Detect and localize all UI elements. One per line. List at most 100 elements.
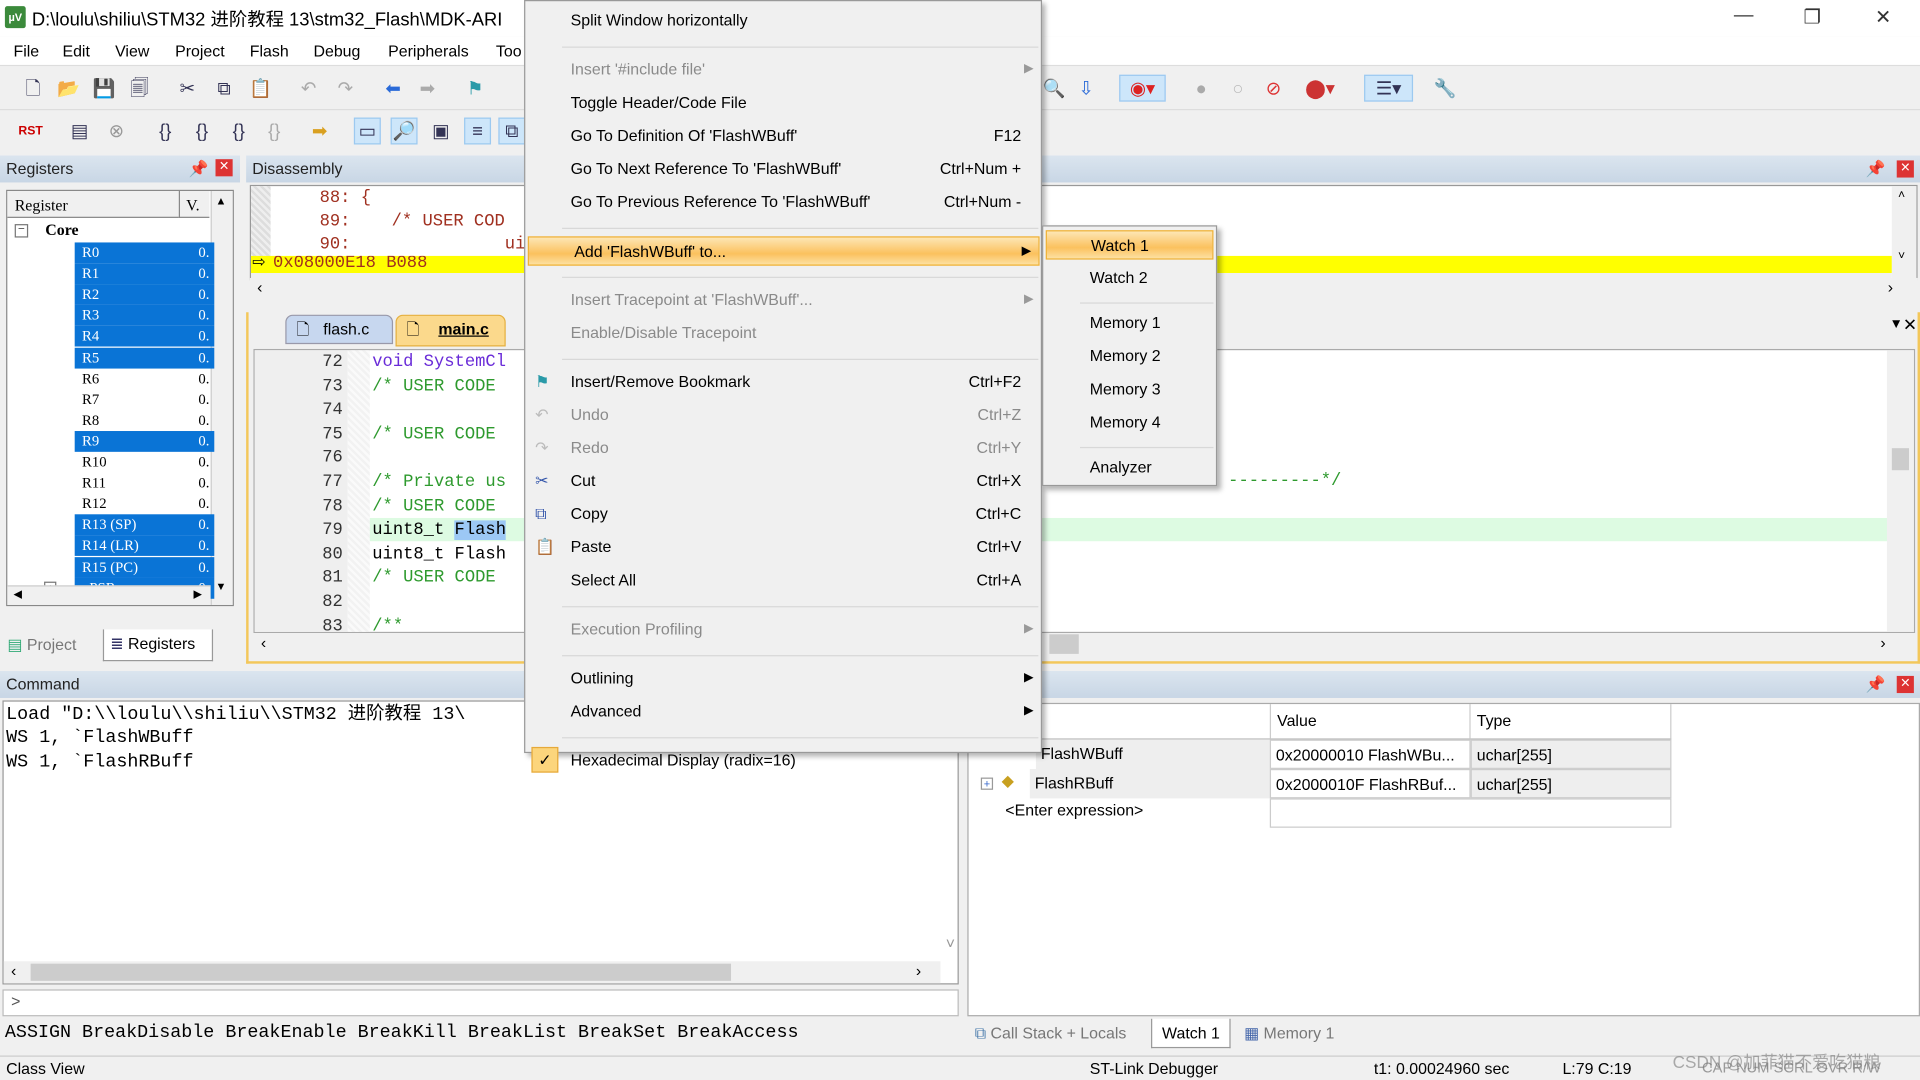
scroll-left-icon[interactable]: ◀ <box>13 588 21 601</box>
register-row-r3[interactable]: R3 0. <box>74 305 215 327</box>
kill-breakpoints-icon[interactable]: ⬤▾ <box>1298 76 1342 103</box>
debug-session-icon[interactable]: ◉▾ <box>1119 74 1166 102</box>
scroll-left-icon[interactable]: ‹ <box>11 961 16 979</box>
run-to-cursor-icon[interactable]: {} <box>261 119 288 146</box>
find-icon[interactable]: 🔍 <box>1041 76 1068 103</box>
scroll-down-icon[interactable]: ˅ <box>946 934 955 952</box>
submenu-item-analyzer[interactable]: Analyzer <box>1046 453 1214 482</box>
tab-flash-c[interactable]: 🗋 flash.c <box>285 314 394 345</box>
scroll-thumb[interactable] <box>1891 448 1909 471</box>
forward-icon[interactable]: ➡ <box>414 76 441 103</box>
command-input[interactable]: > <box>2 989 959 1017</box>
menu-view[interactable]: View <box>115 42 149 60</box>
register-row-r6[interactable]: R6 0. <box>75 368 215 389</box>
call-stack-window-icon[interactable]: ⧉ <box>498 117 526 145</box>
menu-debug[interactable]: Debug <box>313 42 360 60</box>
disable-all-breakpoints-icon[interactable]: ⊘ <box>1260 76 1287 103</box>
tab-main-c[interactable]: 🗋 main.c <box>395 314 506 347</box>
menu-tools[interactable]: Too <box>496 42 522 60</box>
expand-icon[interactable]: + <box>980 777 994 790</box>
menu-item-go-to-definition-of-flashwbuff[interactable]: Go To Definition Of 'FlashWBuff' F12 <box>525 121 1041 150</box>
disasm-vscrollbar[interactable]: ˄ ˅ <box>1891 186 1917 282</box>
submenu-item-memory-2[interactable]: Memory 2 <box>1046 342 1214 371</box>
pin-icon[interactable]: 📌 <box>189 159 209 179</box>
column-register[interactable]: Register <box>7 191 179 218</box>
window-layout-icon[interactable]: ☰▾ <box>1364 74 1414 102</box>
scroll-up-icon[interactable]: ▲ <box>216 195 227 207</box>
redo-icon[interactable]: ↷ <box>332 76 359 103</box>
restore-button[interactable]: ❐ <box>1794 5 1831 29</box>
submenu-item-memory-3[interactable]: Memory 3 <box>1046 375 1214 404</box>
scroll-right-icon[interactable]: › <box>1888 278 1893 296</box>
register-row-r5[interactable]: R5 0. <box>74 347 215 368</box>
scroll-left-icon[interactable]: ‹ <box>261 633 266 651</box>
editor-hscrollbar[interactable]: ‹ › <box>253 633 1916 656</box>
minimize-button[interactable]: — <box>1725 5 1762 27</box>
menu-item-toggle-header-code-file[interactable]: Toggle Header/Code File <box>525 88 1041 117</box>
registers-hscrollbar[interactable]: ◀ ▶ <box>7 585 211 605</box>
register-row-r12[interactable]: R12 0. <box>75 494 215 515</box>
collapse-core-icon[interactable]: − <box>14 223 29 238</box>
watch-row[interactable]: + ◆ FlashRBuff 0x2000010F FlashRBuf... u… <box>969 768 1672 799</box>
menu-flash[interactable]: Flash <box>250 42 289 60</box>
scroll-right-icon[interactable]: › <box>1880 633 1885 651</box>
register-row-r13-sp[interactable]: R13 (SP) 0. <box>74 514 215 536</box>
scroll-down-icon[interactable]: ▼ <box>216 580 227 592</box>
paste-icon[interactable]: 📋 <box>247 76 274 103</box>
show-next-statement-icon[interactable]: ➡ <box>306 119 333 146</box>
menu-item-cut[interactable]: ✂ Cut Ctrl+X <box>525 467 1041 496</box>
stop-icon[interactable]: ⊗ <box>103 119 130 146</box>
register-row-r11[interactable]: R11 0. <box>75 473 215 494</box>
editor-vscrollbar[interactable] <box>1886 350 1914 632</box>
tab-list-dropdown-icon[interactable]: ▼ <box>1890 317 1903 332</box>
register-row-r8[interactable]: R8 0. <box>75 410 215 431</box>
menu-edit[interactable]: Edit <box>62 42 89 60</box>
enter-expression[interactable]: <Enter expression> <box>1005 801 1143 819</box>
column-header-value[interactable]: Value <box>1269 704 1471 739</box>
submenu-item-watch-1[interactable]: Watch 1 <box>1045 230 1214 260</box>
watch-value[interactable]: 0x2000010F FlashRBuf... <box>1269 768 1471 799</box>
register-row-r0[interactable]: R0 0. <box>74 242 215 264</box>
menu-item-advanced[interactable]: Advanced ▶ <box>525 697 1041 726</box>
back-icon[interactable]: ⬅ <box>380 76 407 103</box>
tab-registers[interactable]: ≣ Registers <box>102 629 214 662</box>
menu-item-hexadecimal-display-radix-16[interactable]: ✓ Hexadecimal Display (radix=16) <box>525 746 1041 775</box>
symbols-window-icon[interactable]: ▣ <box>427 119 454 146</box>
step-out-icon[interactable]: {} <box>225 119 252 146</box>
menu-item-insert-remove-bookmark[interactable]: ⚑ Insert/Remove Bookmark Ctrl+F2 <box>525 367 1041 396</box>
watch-value[interactable]: 0x20000010 FlashWBu... <box>1269 739 1471 769</box>
menu-file[interactable]: File <box>13 42 39 60</box>
tab-memory-1[interactable]: ▦ Memory 1 <box>1244 1019 1334 1048</box>
menu-item-select-all[interactable]: Select All Ctrl+A <box>525 566 1041 595</box>
close-tab-icon[interactable]: ✕ <box>1903 315 1918 336</box>
submenu-item-watch-2[interactable]: Watch 2 <box>1046 263 1214 292</box>
submenu-item-memory-4[interactable]: Memory 4 <box>1046 408 1214 437</box>
register-row-r7[interactable]: R7 0. <box>75 389 215 410</box>
bookmark-icon[interactable]: ⚑ <box>462 76 489 103</box>
register-row-r10[interactable]: R10 0. <box>75 452 215 473</box>
command-window-icon[interactable]: ▭ <box>353 117 381 145</box>
command-hscrollbar[interactable]: ‹ › <box>3 961 941 984</box>
registers-window-icon[interactable]: ≡ <box>464 117 492 145</box>
reset-icon[interactable]: RST <box>17 119 44 146</box>
pin-icon[interactable]: 📌 <box>1866 159 1886 179</box>
menu-item-split-window-horizontally[interactable]: Split Window horizontally <box>525 6 1041 35</box>
copy-icon[interactable]: ⧉ <box>211 76 238 103</box>
run-icon[interactable]: ▤ <box>66 119 93 146</box>
save-all-icon[interactable]: 🗐 <box>126 76 153 103</box>
scroll-thumb[interactable] <box>30 963 732 981</box>
step-into-icon[interactable]: {} <box>152 119 179 146</box>
register-row-r4[interactable]: R4 0. <box>74 326 215 348</box>
close-button[interactable]: ✕ <box>1865 5 1902 29</box>
menu-item-go-to-next-reference-to-flashwbuff[interactable]: Go To Next Reference To 'FlashWBuff' Ctrl… <box>525 154 1041 183</box>
menu-item-go-to-previous-reference-to-flashwbuff[interactable]: Go To Previous Reference To 'FlashWBuff'… <box>525 187 1041 216</box>
scroll-thumb[interactable] <box>1049 634 1079 654</box>
disassembly-window-icon[interactable]: 🔎 <box>390 117 418 145</box>
close-panel-icon[interactable]: ✕ <box>215 159 233 177</box>
open-folder-icon[interactable]: 📂 <box>55 76 82 103</box>
step-over-icon[interactable]: {} <box>189 119 216 146</box>
menu-peripherals[interactable]: Peripherals <box>388 42 469 60</box>
close-panel-icon[interactable]: ✕ <box>1896 160 1914 178</box>
register-row-r14-lr[interactable]: R14 (LR) 0. <box>74 535 215 557</box>
scroll-left-icon[interactable]: ‹ <box>257 278 262 296</box>
